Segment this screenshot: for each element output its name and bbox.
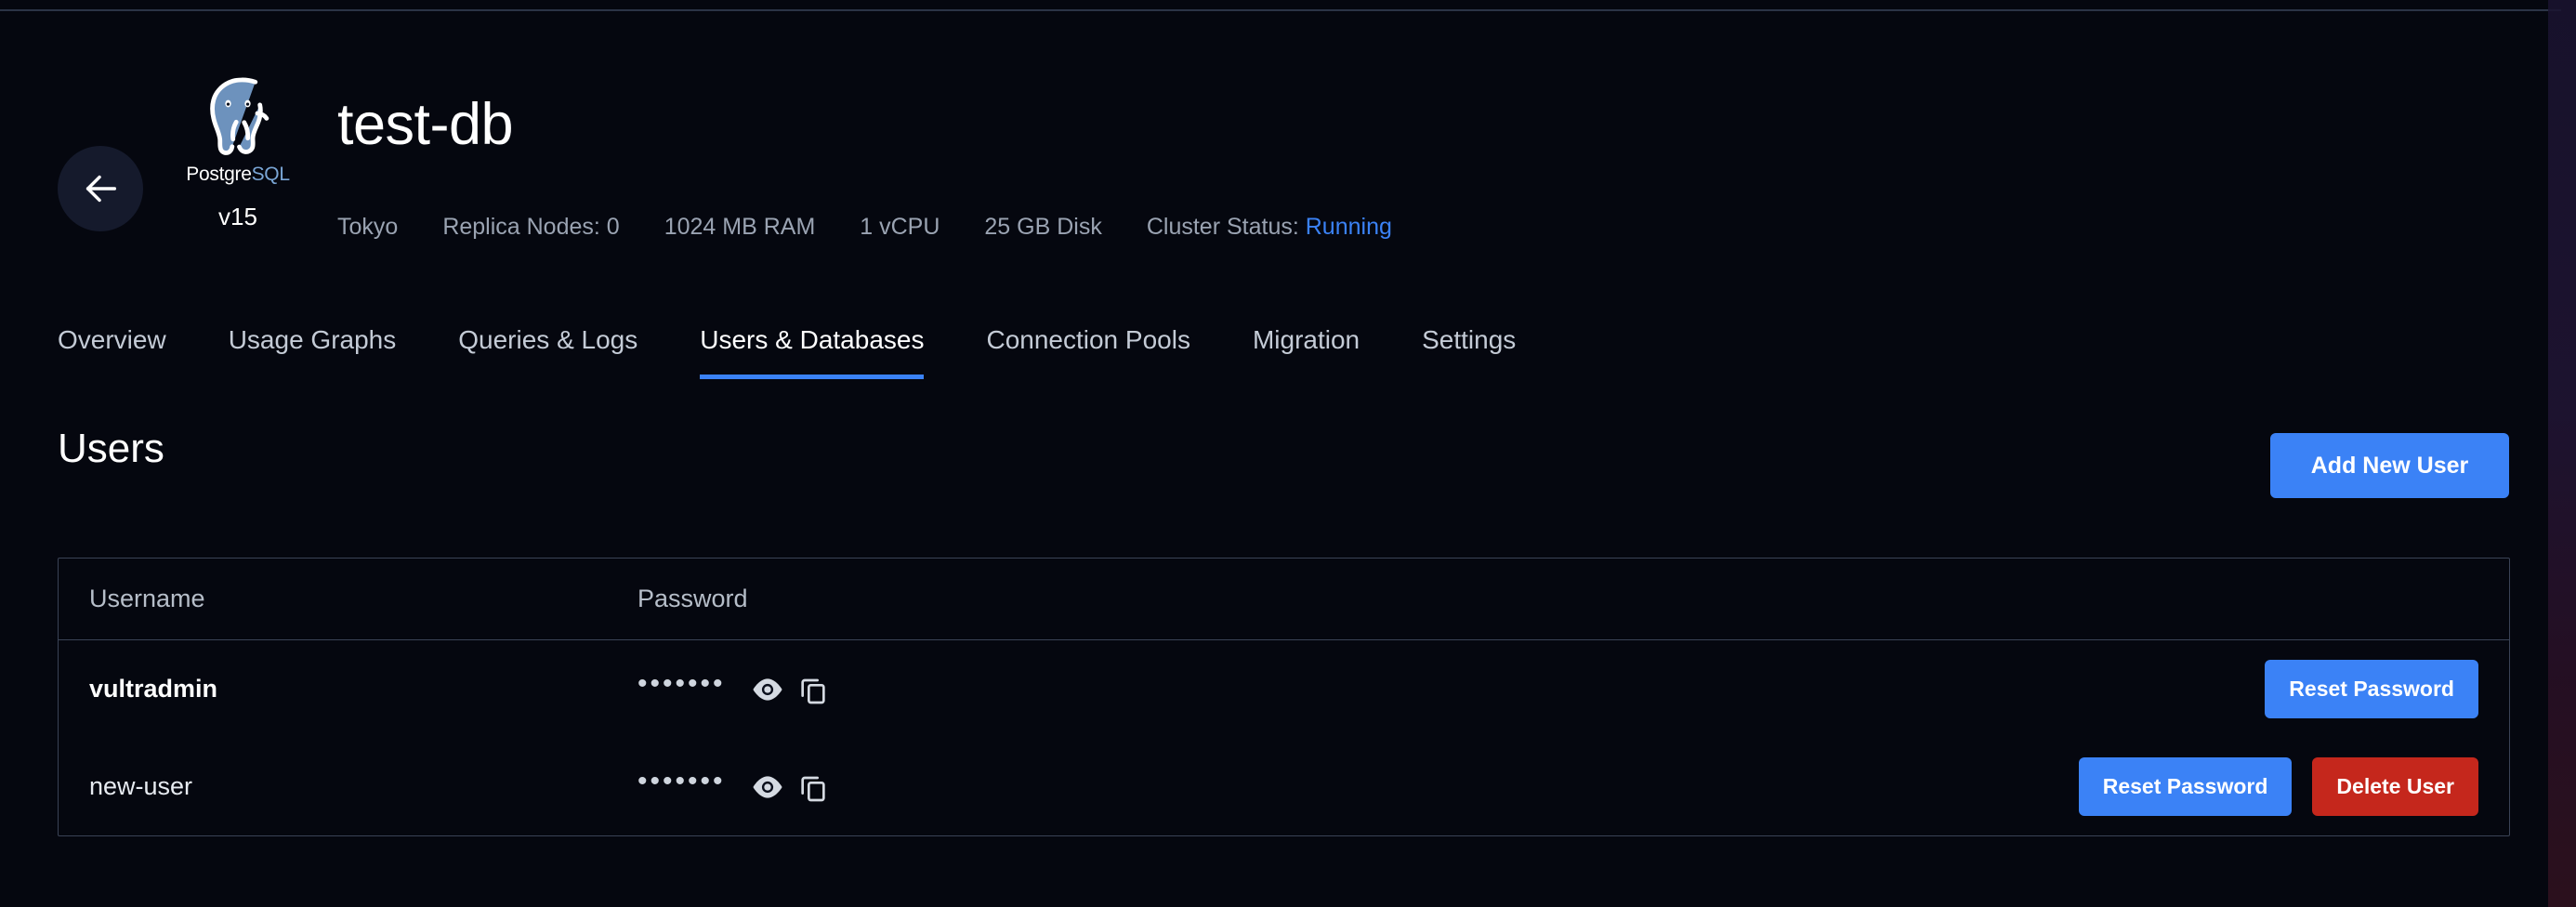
- username-cell: new-user: [89, 772, 193, 800]
- arrow-left-icon: [79, 167, 122, 210]
- page-title: test-db: [337, 92, 514, 157]
- users-table: Username Password vultradmin ••••••• Res…: [58, 558, 2510, 836]
- postgresql-elephant-icon: [173, 70, 303, 167]
- tab-users-databases[interactable]: Users & Databases: [700, 325, 925, 379]
- back-button[interactable]: [58, 146, 143, 231]
- row-actions: Reset Password Delete User: [1604, 757, 2509, 816]
- reset-password-button[interactable]: Reset Password: [2265, 660, 2478, 718]
- cluster-meta: Tokyo Replica Nodes: 0 1024 MB RAM 1 vCP…: [337, 214, 1392, 241]
- tab-bar: Overview Usage Graphs Queries & Logs Use…: [0, 325, 2546, 379]
- tab-queries-logs[interactable]: Queries & Logs: [458, 325, 637, 379]
- postgresql-wordmark: PostgreSQL: [173, 164, 303, 186]
- database-detail-page: PostgreSQL v15 test-db Tokyo Replica Nod…: [0, 0, 2576, 907]
- wordmark-postgre: Postgre: [186, 164, 252, 185]
- cluster-status-label: Cluster Status:: [1146, 214, 1299, 240]
- add-new-user-button[interactable]: Add New User: [2270, 433, 2509, 498]
- password-mask: •••••••: [637, 765, 726, 796]
- users-section-header: Users Add New User: [0, 426, 2576, 500]
- row-actions: Reset Password: [1604, 660, 2509, 718]
- tab-connection-pools[interactable]: Connection Pools: [986, 325, 1189, 379]
- eye-icon[interactable]: [744, 775, 791, 799]
- tab-usage-graphs[interactable]: Usage Graphs: [229, 325, 397, 379]
- copy-icon[interactable]: [791, 772, 835, 802]
- column-header-password: Password: [637, 585, 748, 612]
- eye-icon[interactable]: [744, 677, 791, 702]
- postgres-logo-block: PostgreSQL v15: [173, 70, 303, 231]
- table-row: vultradmin ••••••• Reset Password: [59, 640, 2509, 738]
- delete-user-button[interactable]: Delete User: [2312, 757, 2478, 816]
- meta-ram: 1024 MB RAM: [664, 214, 816, 240]
- meta-replica-nodes: Replica Nodes: 0: [442, 214, 620, 240]
- password-mask: •••••••: [637, 667, 726, 699]
- reset-password-button[interactable]: Reset Password: [2078, 757, 2293, 816]
- top-divider: [0, 9, 2561, 11]
- status-badge: Running: [1305, 214, 1392, 240]
- tab-overview[interactable]: Overview: [58, 325, 166, 379]
- table-header-row: Username Password: [59, 559, 2509, 640]
- column-header-username: Username: [89, 585, 205, 612]
- meta-cluster-status: Cluster Status: Running: [1147, 214, 1392, 241]
- engine-version: v15: [218, 203, 257, 230]
- meta-vcpu: 1 vCPU: [860, 214, 940, 240]
- tab-settings[interactable]: Settings: [1422, 325, 1516, 379]
- wordmark-sql: SQL: [251, 164, 290, 185]
- section-title: Users: [58, 426, 164, 471]
- meta-disk: 25 GB Disk: [984, 214, 1102, 240]
- page-header: PostgreSQL v15 test-db Tokyo Replica Nod…: [0, 37, 2546, 279]
- table-row: new-user ••••••• Reset Password Delete U…: [59, 738, 2509, 835]
- tab-migration[interactable]: Migration: [1253, 325, 1360, 379]
- copy-icon[interactable]: [791, 675, 835, 704]
- meta-region: Tokyo: [337, 214, 399, 240]
- username-cell: vultradmin: [89, 675, 218, 703]
